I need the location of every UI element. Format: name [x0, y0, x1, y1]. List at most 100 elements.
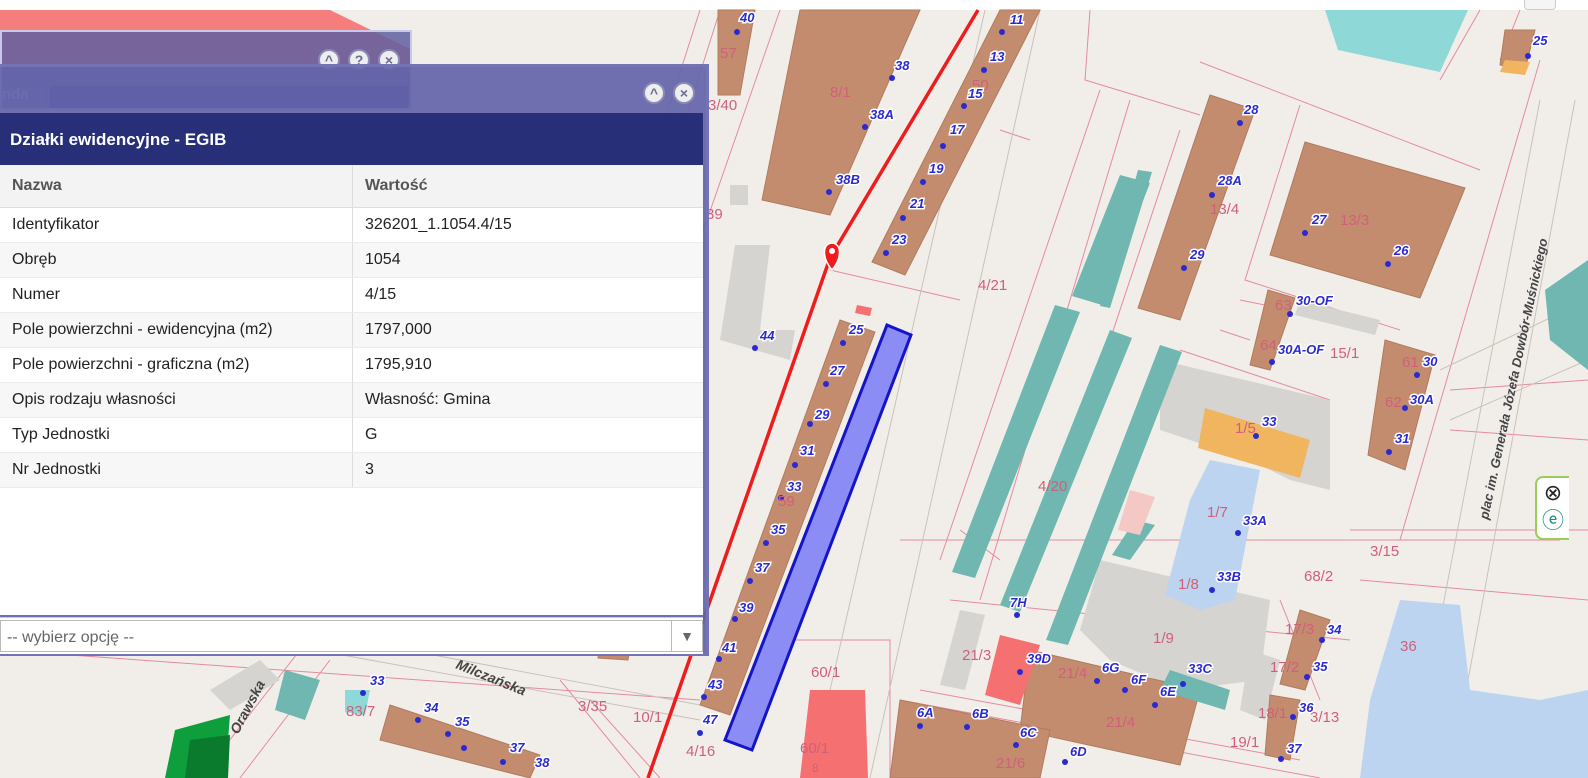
map-address-label: 6C	[1020, 725, 1037, 740]
map-address-label: 37	[755, 560, 770, 575]
map-address-label: 30-OF	[1296, 293, 1334, 308]
map-parcel-label: 4/20	[1038, 478, 1067, 495]
map-address-label: 37	[1287, 741, 1302, 756]
map-address-label: 21	[909, 196, 924, 211]
map-address-label: 6A	[917, 705, 934, 720]
attr-name: Opis rodzaju własności	[0, 382, 353, 418]
map-address-label: 33A	[1243, 513, 1267, 528]
map-address-label: 38B	[836, 172, 860, 187]
map-parcel-label: 3/15	[1370, 543, 1399, 560]
map-address-label: 33	[370, 673, 385, 688]
map-address-label: 19	[929, 161, 944, 176]
map-address-label: 35	[1313, 659, 1328, 674]
map-parcel-label: 3/35	[578, 698, 607, 715]
map-parcel-label: 21/3	[962, 647, 991, 664]
table-row: Typ Jednostki G	[0, 417, 703, 453]
map-parcel-label: 1/5	[1235, 420, 1256, 437]
chevron-down-icon[interactable]: ▼	[671, 621, 702, 651]
map-address-label: 30A	[1410, 392, 1434, 407]
attr-name: Typ Jednostki	[0, 417, 353, 453]
attr-name: Pole powierzchni - ewidencyjna (m2)	[0, 312, 353, 348]
map-address-label: 25	[1532, 33, 1548, 48]
map-parcel-label: 13/3	[1340, 212, 1369, 229]
table-row: Nr Jednostki 3	[0, 452, 703, 488]
map-parcel-label: 19/1	[1230, 734, 1259, 751]
map-parcel-label: 21/4	[1106, 714, 1135, 731]
table-row: Obręb 1054	[0, 242, 703, 278]
option-select-value: -- wybierz opcję --	[7, 629, 135, 646]
map-address-label: 44	[759, 328, 775, 343]
map-parcel-label: 83/7	[346, 703, 375, 720]
dialog-footer: -- wybierz opcję -- ▼	[0, 617, 703, 654]
map-address-label: 31	[800, 443, 814, 458]
close-icon: ×	[679, 85, 689, 101]
map-address-label: 27	[1311, 212, 1327, 227]
attr-value: G	[352, 417, 703, 453]
attr-value: 1054	[352, 242, 703, 278]
column-header-name: Nazwa	[0, 165, 353, 208]
map-address-label: 15	[968, 86, 983, 101]
map-address-label: 47	[702, 712, 718, 727]
attr-name: Identyfikator	[0, 207, 353, 243]
corner-button[interactable]	[1524, 0, 1556, 10]
map-address-label: 37	[510, 740, 525, 755]
attr-value: 1797,000	[352, 312, 703, 348]
map-address-label: 17	[950, 122, 965, 137]
map-address-label: 38	[535, 755, 550, 770]
collapse-button[interactable]: ^	[643, 82, 665, 104]
map-parcel-label: 4/21	[978, 277, 1007, 294]
map-parcel-label: 17/2	[1270, 659, 1299, 676]
table-row: Identyfikator 326201_1.1054.4/15	[0, 207, 703, 243]
table-row: Pole powierzchni - graficzna (m2) 1795,91…	[0, 347, 703, 383]
dialog-title: Działki ewidencyjne - EGIB	[0, 113, 703, 165]
map-parcel-label: 4/16	[686, 743, 715, 760]
column-header-value: Wartość	[352, 165, 703, 208]
map-parcel-label: 18/1	[1258, 705, 1287, 722]
chevron-up-icon: ^	[649, 85, 659, 101]
map-address-label: 23	[891, 232, 907, 247]
option-select[interactable]: -- wybierz opcję -- ▼	[0, 620, 703, 652]
map-address-label: 34	[424, 700, 439, 715]
map-address-label: 13	[990, 49, 1005, 64]
map-address-label: 6E	[1160, 684, 1176, 699]
map-parcel-label: 63	[1275, 297, 1292, 314]
map-parcel-label: 8	[812, 761, 819, 775]
map-parcel-label: 3/13	[1310, 709, 1339, 726]
map-address-label: 31	[1395, 431, 1409, 446]
close-circle-icon[interactable]: ⊗	[1542, 482, 1564, 504]
map-parcel-label: 57	[720, 45, 737, 62]
map-address-label: 38A	[870, 107, 894, 122]
table-row: Opis rodzaju własności Własność: Gmina	[0, 382, 703, 418]
close-button[interactable]: ×	[673, 82, 695, 104]
map-parcel-label: 64	[1260, 337, 1277, 354]
map-address-label: 7H	[1010, 595, 1027, 610]
side-widget[interactable]: ⊗ ⓔ	[1535, 476, 1569, 540]
globe-icon[interactable]: ⓔ	[1542, 510, 1564, 532]
map-address-label: 29	[1189, 247, 1205, 262]
parcel-info-dialog[interactable]: ^ × Działki ewidencyjne - EGIB Nazwa War…	[0, 64, 709, 656]
map-address-label: 39D	[1027, 651, 1051, 666]
attr-name: Pole powierzchni - graficzna (m2)	[0, 347, 353, 383]
map-address-label: 38	[895, 58, 910, 73]
map-address-label: 43	[707, 677, 723, 692]
map-parcel-label: 68/2	[1304, 568, 1333, 585]
map-address-label: 39	[739, 600, 754, 615]
map-address-label: 30	[1423, 354, 1438, 369]
map-parcel-label: 17/3	[1285, 621, 1314, 638]
attribute-table: Nazwa Wartość Identyfikator 326201_1.1054…	[0, 165, 703, 488]
map-parcel-label: 61	[1402, 354, 1419, 371]
map-parcel-label: 1/7	[1207, 504, 1228, 521]
map-parcel-label: 21/6	[996, 755, 1025, 772]
map-address-label: 35	[455, 714, 470, 729]
attr-value: 3	[352, 452, 703, 488]
map-address-label: 41	[721, 640, 736, 655]
attr-value: Własność: Gmina	[352, 382, 703, 418]
map-address-label: 33C	[1188, 661, 1212, 676]
map-address-label: 6G	[1102, 660, 1119, 675]
map-address-label: 28	[1243, 102, 1259, 117]
map-parcel-label: 1/8	[1178, 576, 1199, 593]
map-parcel-label: 60/1	[811, 664, 840, 681]
map-address-label: 35	[771, 522, 786, 537]
map-parcel-label: 10/1	[633, 709, 662, 726]
map-address-label: 34	[1327, 622, 1342, 637]
